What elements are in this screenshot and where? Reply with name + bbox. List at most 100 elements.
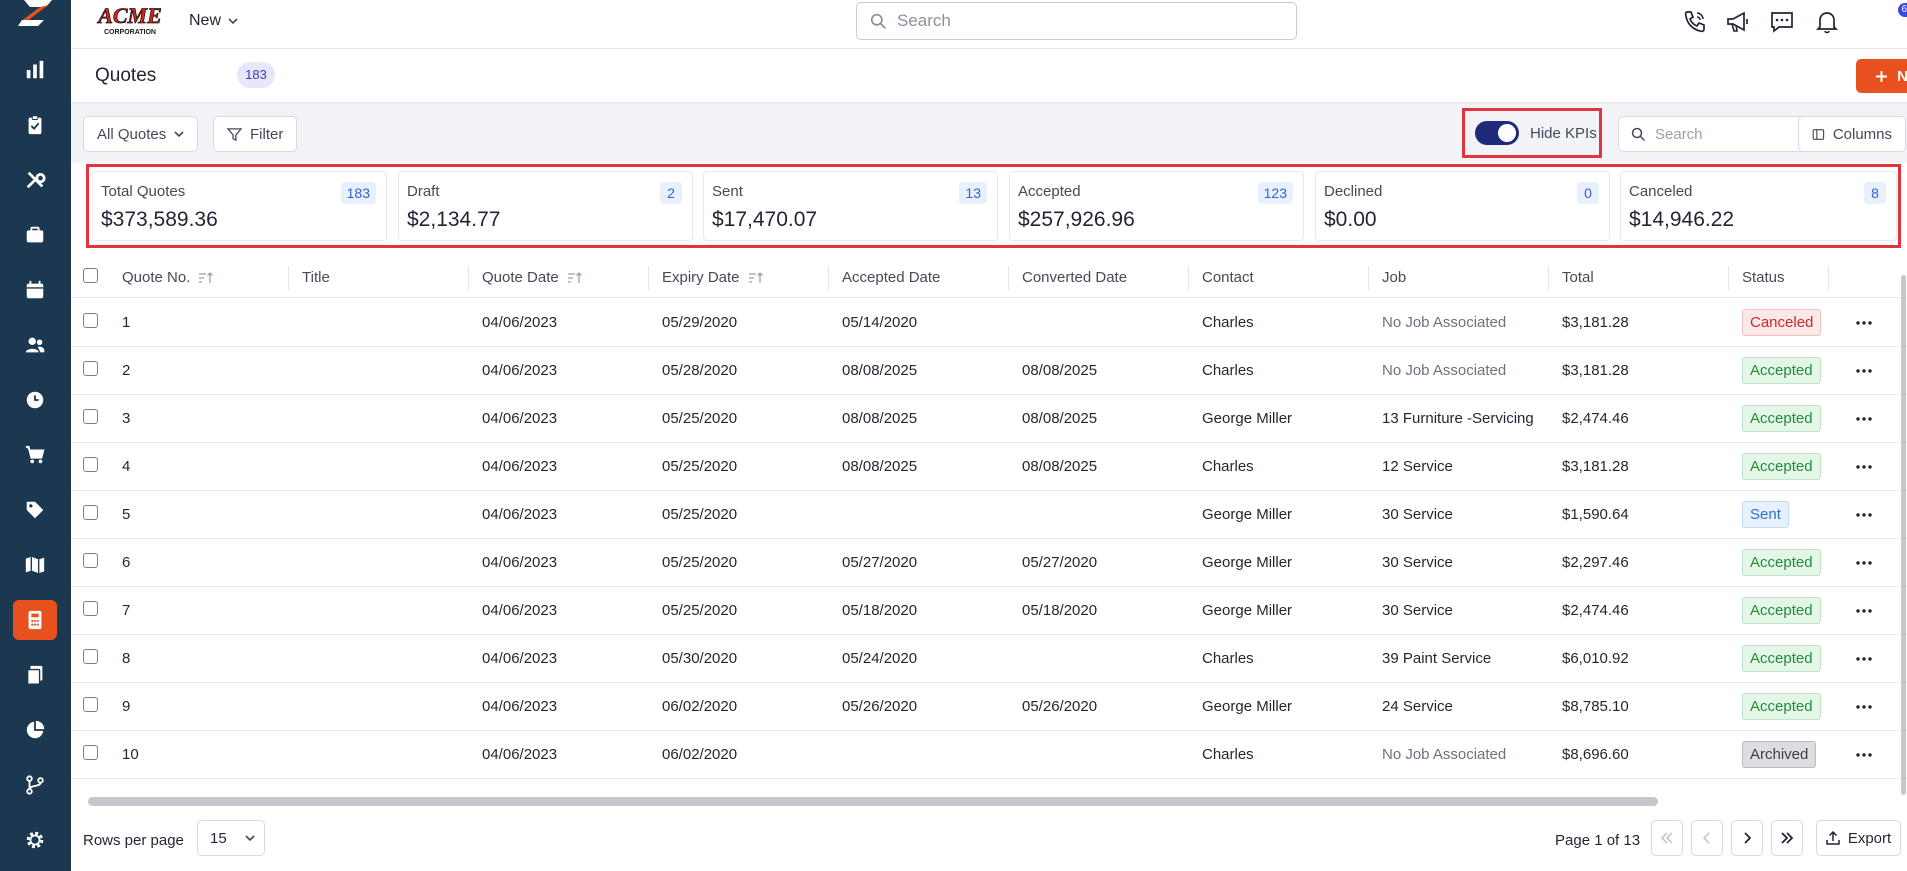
previous-page-button[interactable] [1691,820,1723,856]
row-actions-button[interactable] [1852,359,1876,383]
column-header-quote-date[interactable]: Quote Date [482,269,583,286]
sidebar-item-settings[interactable] [13,820,57,860]
cell-no[interactable]: 4 [122,458,130,475]
cell-job[interactable]: 30 Service [1382,602,1453,619]
cell-job[interactable]: 13 Furniture -Servicing [1382,410,1534,427]
sort-icon[interactable] [198,271,214,285]
sidebar-item-store[interactable] [13,435,57,475]
hide-kpis-toggle[interactable]: Hide KPIs [1462,108,1602,158]
row-checkbox[interactable] [83,745,98,760]
column-header-status[interactable]: Status [1742,269,1785,286]
sidebar-item-tasks[interactable] [13,105,57,145]
cell-job[interactable]: 30 Service [1382,506,1453,523]
rows-per-page-select[interactable]: 15 [197,820,265,856]
kpi-card-canceled[interactable]: Canceled $14,946.22 8 [1620,171,1897,241]
sidebar-item-reports[interactable] [13,710,57,750]
row-actions-button[interactable] [1852,503,1876,527]
cell-no[interactable]: 6 [122,554,130,571]
new-quote-button[interactable]: New [1856,59,1907,93]
table-row[interactable]: 7 04/06/2023 05/25/2020 05/18/2020 05/18/202… [71,587,1907,635]
new-menu[interactable]: New [189,12,238,30]
kpi-card-sent[interactable]: Sent $17,470.07 13 [703,171,998,241]
table-row[interactable]: 4 04/06/2023 05/25/2020 08/08/2025 08/08/202… [71,443,1907,491]
row-actions-button[interactable] [1852,695,1876,719]
kpi-card-declined[interactable]: Declined $0.00 0 [1315,171,1610,241]
next-page-button[interactable] [1731,820,1763,856]
cell-contact[interactable]: Charles [1202,458,1254,475]
cell-no[interactable]: 3 [122,410,130,427]
cell-contact[interactable]: George Miller [1202,698,1292,715]
cell-contact[interactable]: George Miller [1202,602,1292,619]
row-actions-button[interactable] [1852,455,1876,479]
row-actions-button[interactable] [1852,311,1876,335]
cell-no[interactable]: 2 [122,362,130,379]
row-actions-button[interactable] [1852,599,1876,623]
sidebar-item-jobs[interactable] [13,215,57,255]
row-actions-button[interactable] [1852,407,1876,431]
cell-job[interactable]: No Job Associated [1382,314,1506,331]
column-header-expiry-date[interactable]: Expiry Date [662,269,764,286]
cell-job[interactable]: No Job Associated [1382,362,1506,379]
row-checkbox[interactable] [83,313,98,328]
horizontal-scrollbar[interactable] [88,797,1658,806]
row-checkbox[interactable] [83,457,98,472]
first-page-button[interactable] [1651,820,1683,856]
sidebar-item-quotes[interactable] [13,600,57,640]
sidebar-item-timesheets[interactable] [13,380,57,420]
row-checkbox[interactable] [83,361,98,376]
hide-kpis-switch[interactable] [1475,121,1519,145]
megaphone-icon[interactable] [1725,9,1751,35]
export-button[interactable]: Export [1816,820,1901,856]
column-header-job[interactable]: Job [1382,269,1406,286]
cell-no[interactable]: 10 [122,746,139,763]
cell-contact[interactable]: Charles [1202,650,1254,667]
cell-no[interactable]: 9 [122,698,130,715]
sidebar-item-dashboard[interactable] [13,50,57,90]
column-header-title[interactable]: Title [302,269,330,286]
table-row[interactable]: 10 04/06/2023 06/02/2020 Charles No Job Asso… [71,731,1907,779]
sidebar-item-calendar[interactable] [13,270,57,310]
table-row[interactable]: 6 04/06/2023 05/25/2020 05/27/2020 05/27/202… [71,539,1907,587]
table-row[interactable]: 3 04/06/2023 05/25/2020 08/08/2025 08/08/202… [71,395,1907,443]
column-header-contact[interactable]: Contact [1202,269,1254,286]
row-checkbox[interactable] [83,409,98,424]
row-checkbox[interactable] [83,697,98,712]
vertical-scrollbar[interactable] [1901,275,1906,795]
cell-job[interactable]: 12 Service [1382,458,1453,475]
row-checkbox[interactable] [83,601,98,616]
view-preset-dropdown[interactable]: All Quotes [83,116,199,152]
column-header-total[interactable]: Total [1562,269,1594,286]
global-search[interactable] [856,2,1297,40]
sidebar-item-pricing[interactable] [13,490,57,530]
app-logo-icon[interactable] [18,0,54,26]
sort-icon[interactable] [567,271,583,285]
cell-job[interactable]: 24 Service [1382,698,1453,715]
sidebar-item-workflows[interactable] [13,765,57,805]
last-page-button[interactable] [1771,820,1803,856]
cell-contact[interactable]: George Miller [1202,410,1292,427]
cell-no[interactable]: 7 [122,602,130,619]
table-row[interactable]: 1 04/06/2023 05/29/2020 05/14/2020 Charles No… [71,299,1907,347]
column-header-quote-no[interactable]: Quote No. [122,269,214,286]
cell-no[interactable]: 1 [122,314,130,331]
cell-no[interactable]: 8 [122,650,130,667]
table-row[interactable]: 2 04/06/2023 05/28/2020 08/08/2025 08/08/202… [71,347,1907,395]
cell-no[interactable]: 5 [122,506,130,523]
cell-contact[interactable]: Charles [1202,746,1254,763]
chat-icon[interactable] [1769,9,1795,35]
columns-button[interactable]: Columns [1798,116,1906,152]
global-search-input[interactable] [897,11,1277,31]
kpi-card-total[interactable]: Total Quotes $373,589.36 183 [92,171,387,241]
table-row[interactable]: 8 04/06/2023 05/30/2020 05/24/2020 Charles 39… [71,635,1907,683]
sidebar-item-map[interactable] [13,545,57,585]
sidebar-item-contacts[interactable] [13,325,57,365]
column-header-accepted-date[interactable]: Accepted Date [842,269,940,286]
company-logo[interactable]: ACME CORPORATION [94,3,166,37]
row-checkbox[interactable] [83,505,98,520]
bell-icon[interactable] [1814,9,1840,35]
row-actions-button[interactable] [1852,743,1876,767]
cell-contact[interactable]: George Miller [1202,554,1292,571]
sort-icon[interactable] [748,271,764,285]
cell-job[interactable]: 39 Paint Service [1382,650,1491,667]
kpi-card-accepted[interactable]: Accepted $257,926.96 123 [1009,171,1304,241]
